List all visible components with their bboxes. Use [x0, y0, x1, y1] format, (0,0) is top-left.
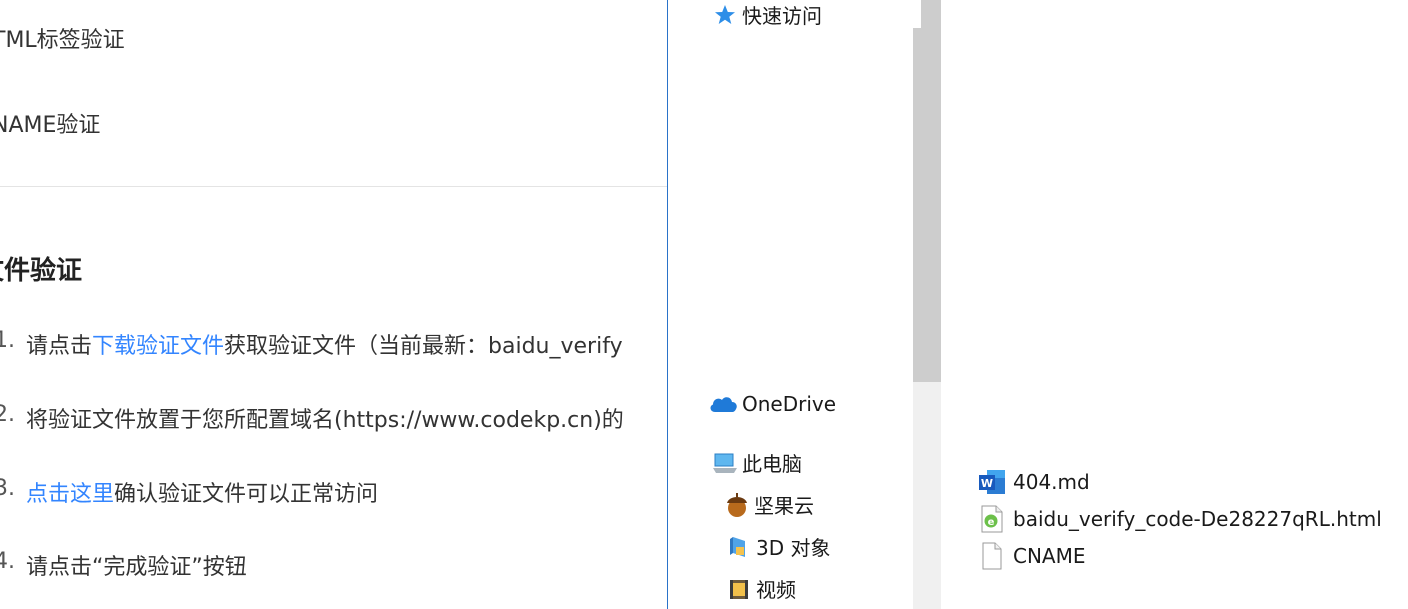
- web-page: TML标签验证 NAME验证 文件验证 1. 请点击下载验证文件获取验证文件（当…: [0, 0, 668, 609]
- computer-icon: [712, 451, 738, 475]
- nav-3d-objects[interactable]: 3D 对象: [726, 532, 830, 561]
- step-text: 将验证文件放置于您所配置域名(https://www.codekp.cn)的: [26, 408, 624, 433]
- step-text: 请点击: [26, 334, 93, 359]
- blank-file-icon: [978, 542, 1006, 570]
- nav-scrollbar[interactable]: [913, 0, 941, 609]
- section-title: 文件验证: [0, 256, 83, 286]
- divider: [0, 186, 668, 187]
- file-name: CNAME: [1013, 544, 1086, 568]
- nav-videos[interactable]: 视频: [726, 574, 796, 603]
- click-here-link[interactable]: 点击这里: [26, 482, 114, 507]
- step-number: 3.: [0, 476, 15, 501]
- pin-star-icon: [712, 3, 738, 27]
- step-text: 确认验证文件可以正常访问: [114, 482, 379, 507]
- onedrive-cloud-icon: [708, 392, 738, 416]
- nav-label: OneDrive: [742, 392, 837, 416]
- step-text: 请点击“完成验证”按钮: [26, 555, 247, 580]
- nav-label: 视频: [756, 578, 796, 602]
- verify-method-cname[interactable]: NAME验证: [0, 107, 100, 139]
- nav-onedrive[interactable]: OneDrive: [708, 392, 836, 416]
- file-item-baidu-verify-html[interactable]: e baidu_verify_code-De28227qRL.html: [978, 505, 1382, 533]
- step-number: 4.: [0, 549, 15, 574]
- nav-label: 快速访问: [742, 4, 822, 28]
- file-name: 404.md: [1013, 470, 1090, 494]
- svg-text:W: W: [981, 477, 993, 490]
- file-item-404-md[interactable]: W 404.md: [978, 468, 1090, 496]
- file-item-cname[interactable]: CNAME: [978, 542, 1086, 570]
- navigation-pane: 快速访问 OneDrive 此电脑 坚果云 3D 对象 视频: [668, 0, 913, 609]
- step-text: 获取验证文件（当前最新：baidu_verify: [224, 334, 623, 359]
- 3d-objects-icon: [726, 535, 752, 559]
- scrollbar-notch: [913, 0, 921, 28]
- nav-quick-access[interactable]: 快速访问: [712, 0, 822, 29]
- video-folder-icon: [726, 577, 752, 601]
- nav-jianguoyun[interactable]: 坚果云: [724, 490, 814, 519]
- verify-method-html-tag[interactable]: TML标签验证: [0, 22, 125, 54]
- acorn-icon: [724, 492, 750, 517]
- svg-text:e: e: [988, 517, 995, 528]
- file-open-dialog: 快速访问 OneDrive 此电脑 坚果云 3D 对象 视频 W 404.md …: [667, 0, 1408, 609]
- edge-html-icon: e: [978, 505, 1006, 533]
- scrollbar-thumb[interactable]: [913, 0, 941, 382]
- file-list-pane: W 404.md e baidu_verify_code-De28227qRL.…: [943, 0, 1408, 609]
- file-name: baidu_verify_code-De28227qRL.html: [1013, 507, 1382, 531]
- nav-label: 坚果云: [754, 494, 814, 518]
- step-number: 2.: [0, 402, 15, 427]
- word-doc-icon: W: [978, 468, 1006, 496]
- nav-label: 此电脑: [742, 452, 802, 476]
- nav-this-pc[interactable]: 此电脑: [712, 448, 802, 477]
- nav-label: 3D 对象: [756, 536, 831, 560]
- step-number: 1.: [0, 328, 15, 353]
- download-verify-file-link[interactable]: 下载验证文件: [92, 334, 224, 359]
